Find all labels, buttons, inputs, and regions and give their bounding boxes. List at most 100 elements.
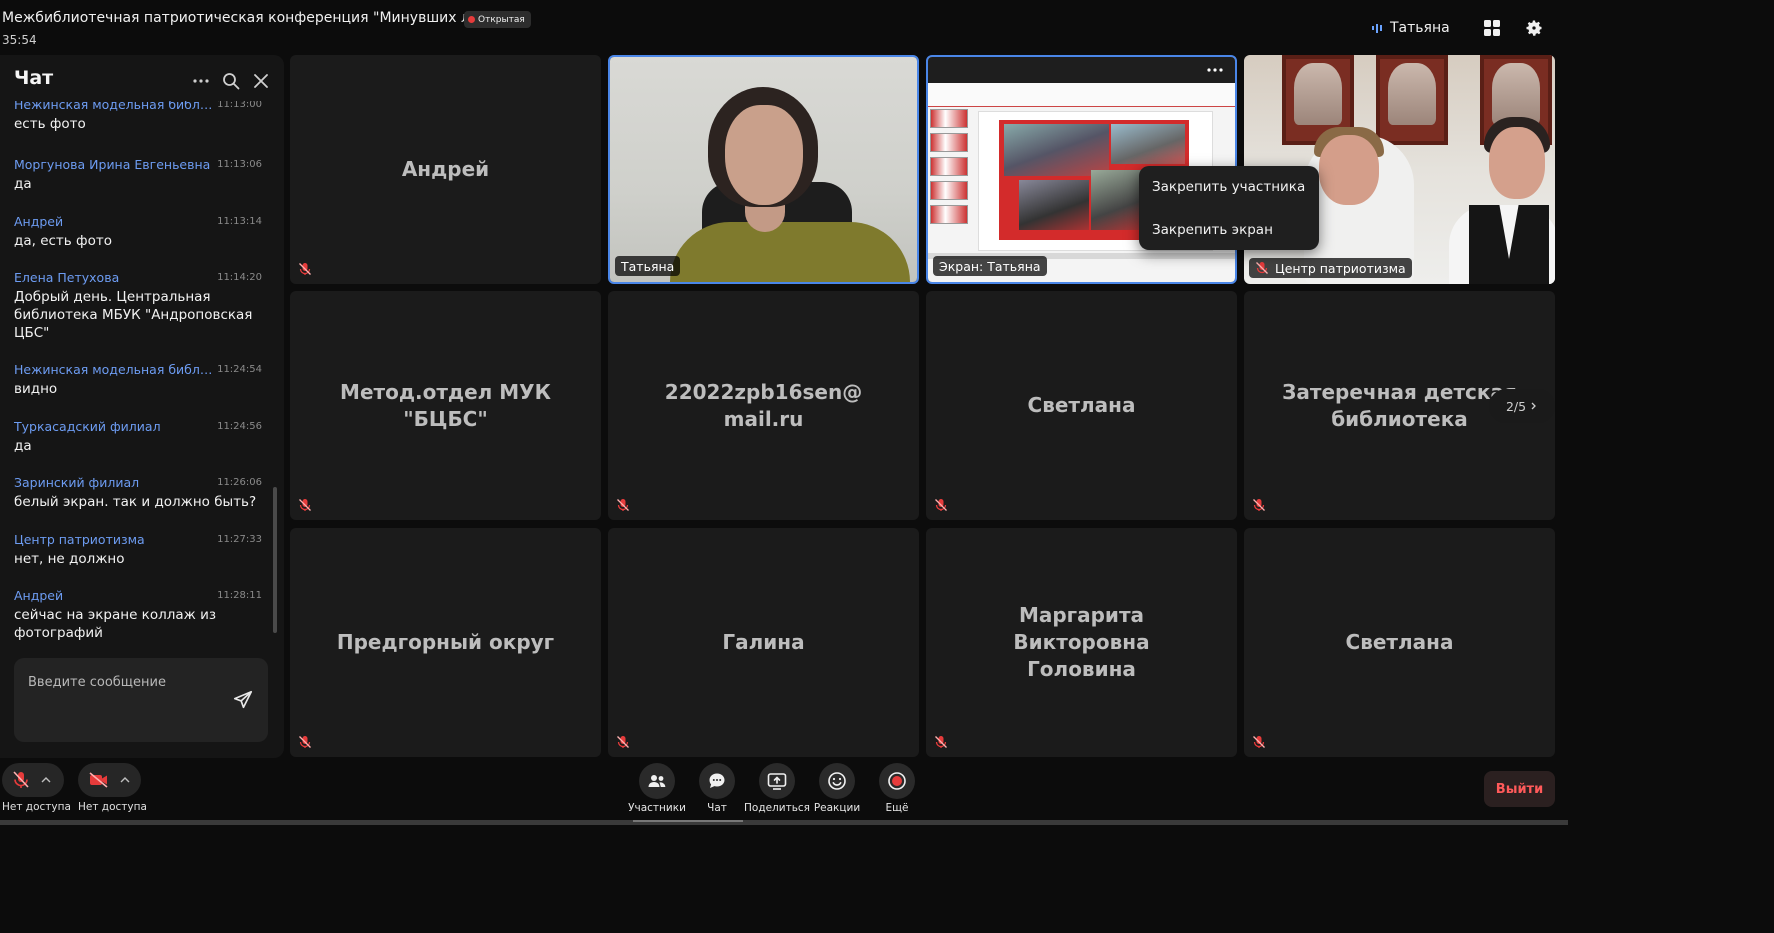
message-text: сейчас на экране коллаж из фотографий bbox=[14, 607, 217, 641]
participant-tile[interactable]: Светлана bbox=[1244, 528, 1555, 757]
mic-control[interactable] bbox=[2, 763, 64, 797]
chat-scrollbar[interactable] bbox=[273, 487, 277, 633]
chat-panel: Чат Нежинская модельная библиот... 11:13… bbox=[0, 55, 284, 758]
window-bottom-edge bbox=[0, 820, 1568, 825]
conference-title: Межбиблиотечная патриотическая конференц… bbox=[2, 10, 492, 26]
more-caption: Ещё bbox=[885, 802, 909, 814]
chat-message: Андрей 11:13:14 да, есть фото bbox=[14, 214, 264, 250]
participant-name: 22022zpb16sen@ mail.ru bbox=[664, 379, 863, 431]
mic-off-icon bbox=[935, 736, 947, 748]
camera-off-icon bbox=[89, 772, 108, 788]
message-text: нет, не должно bbox=[14, 551, 125, 567]
mic-off-icon bbox=[13, 771, 29, 788]
more-options-icon[interactable] bbox=[192, 72, 210, 90]
message-time: 11:13:06 bbox=[217, 159, 262, 170]
participant-video-tile[interactable]: Татьяна bbox=[608, 55, 919, 284]
chat-bubble-icon bbox=[709, 773, 725, 788]
camera-caption: Нет доступа bbox=[78, 801, 147, 813]
participant-name: Галина bbox=[722, 630, 805, 654]
participants-caption: Участники bbox=[628, 802, 686, 814]
message-author: Андрей bbox=[14, 214, 64, 229]
audio-level-icon bbox=[1372, 23, 1382, 33]
message-author: Елена Петухова bbox=[14, 270, 120, 285]
share-caption: Поделиться bbox=[744, 802, 810, 814]
tile-more-icon[interactable] bbox=[1207, 67, 1223, 73]
share-button[interactable] bbox=[759, 763, 795, 799]
search-icon[interactable] bbox=[222, 72, 240, 90]
badge-label: Открытая bbox=[478, 14, 525, 25]
message-author: Заринский филиал bbox=[14, 475, 140, 490]
message-text: видно bbox=[14, 381, 58, 397]
mic-off-icon bbox=[299, 263, 311, 275]
mic-off-icon bbox=[1253, 499, 1265, 511]
video-feed bbox=[610, 57, 917, 282]
message-time: 11:13:00 bbox=[217, 101, 262, 110]
badge-dot-icon bbox=[468, 16, 475, 23]
chat-button[interactable] bbox=[699, 763, 735, 799]
send-icon[interactable] bbox=[232, 689, 254, 711]
chevron-up-icon[interactable] bbox=[41, 777, 51, 783]
exit-button[interactable]: Выйти bbox=[1484, 771, 1555, 807]
participant-tile[interactable]: Андрей bbox=[290, 55, 601, 284]
current-user-name: Татьяна bbox=[1390, 20, 1450, 36]
participant-tile[interactable]: Маргарита Викторовна Головина bbox=[926, 528, 1237, 757]
chat-toolbar bbox=[192, 72, 270, 90]
more-button[interactable] bbox=[879, 763, 915, 799]
chevron-up-icon[interactable] bbox=[120, 777, 130, 783]
participant-tile[interactable]: 22022zpb16sen@ mail.ru bbox=[608, 291, 919, 520]
participant-label: Татьяна bbox=[615, 256, 681, 276]
participant-name: Центр патриотизма bbox=[1275, 260, 1406, 276]
pin-participant-option[interactable]: Закрепить участника bbox=[1152, 179, 1305, 195]
reactions-caption: Реакции bbox=[813, 802, 861, 814]
message-time: 11:14:20 bbox=[217, 272, 262, 283]
chat-message: Моргунова Ирина Евгеньевна 11:13:06 да bbox=[14, 157, 264, 193]
message-author: Нежинская модельная библиот... bbox=[14, 101, 214, 112]
message-time: 11:24:54 bbox=[217, 364, 262, 375]
camera-control[interactable] bbox=[78, 763, 141, 797]
chat-caption: Чат bbox=[707, 802, 727, 814]
message-text: Добрый день. Центральная библиотека МБУК… bbox=[14, 289, 253, 341]
message-author: Моргунова Ирина Евгеньевна bbox=[14, 157, 211, 172]
mic-off-icon bbox=[299, 736, 311, 748]
chat-title: Чат bbox=[14, 67, 54, 89]
message-text: есть фото bbox=[14, 116, 86, 132]
participant-tile[interactable]: Светлана bbox=[926, 291, 1237, 520]
page-indicator[interactable]: 2/5 bbox=[1489, 389, 1555, 423]
participant-name: Маргарита Викторовна Головина bbox=[1013, 603, 1150, 681]
participant-label: Центр патриотизма bbox=[1249, 258, 1412, 278]
participant-name: Метод.отдел МУК "БЦБС" bbox=[340, 379, 551, 431]
screen-share-label: Экран: Татьяна bbox=[933, 256, 1047, 276]
page-indicator-text: 2/5 bbox=[1505, 398, 1527, 414]
participant-name: Предгорный округ bbox=[336, 630, 555, 654]
chat-message: Туркасадский филиал 11:24:56 да bbox=[14, 419, 264, 455]
reactions-button[interactable] bbox=[819, 763, 855, 799]
message-time: 11:13:14 bbox=[217, 216, 262, 227]
mic-off-icon bbox=[1253, 736, 1265, 748]
smile-icon bbox=[828, 772, 846, 790]
open-badge: Открытая bbox=[464, 11, 531, 28]
message-author: Центр патриотизма bbox=[14, 532, 145, 547]
chevron-right-icon bbox=[1531, 402, 1536, 410]
participant-tile[interactable]: Галина bbox=[608, 528, 919, 757]
message-text: да bbox=[14, 438, 32, 454]
pin-screen-option[interactable]: Закрепить экран bbox=[1152, 222, 1273, 238]
participant-name: Андрей bbox=[401, 157, 490, 181]
screen-share-name: Экран: Татьяна bbox=[939, 258, 1041, 274]
mic-off-icon bbox=[935, 499, 947, 511]
mic-off-icon bbox=[299, 499, 311, 511]
message-list[interactable]: Нежинская модельная библиот... 11:13:00 … bbox=[0, 101, 270, 649]
layout-grid-icon[interactable] bbox=[1481, 17, 1503, 39]
message-author: Нежинская модельная библиот... bbox=[14, 362, 214, 377]
share-screen-icon bbox=[767, 773, 787, 790]
chat-message: Андрей 11:28:11 сейчас на экране коллаж … bbox=[14, 588, 264, 642]
mic-off-icon bbox=[617, 499, 629, 511]
message-text: да, есть фото bbox=[14, 233, 112, 249]
close-icon[interactable] bbox=[252, 72, 270, 90]
participant-tile[interactable]: Метод.отдел МУК "БЦБС" bbox=[290, 291, 601, 520]
participants-button[interactable] bbox=[639, 763, 675, 799]
participant-tile[interactable]: Предгорный округ bbox=[290, 528, 601, 757]
chat-message: Нежинская модельная библиот... 11:13:00 … bbox=[14, 101, 264, 133]
record-icon bbox=[888, 772, 906, 790]
settings-gear-icon[interactable] bbox=[1523, 17, 1545, 39]
message-input[interactable] bbox=[14, 658, 268, 742]
